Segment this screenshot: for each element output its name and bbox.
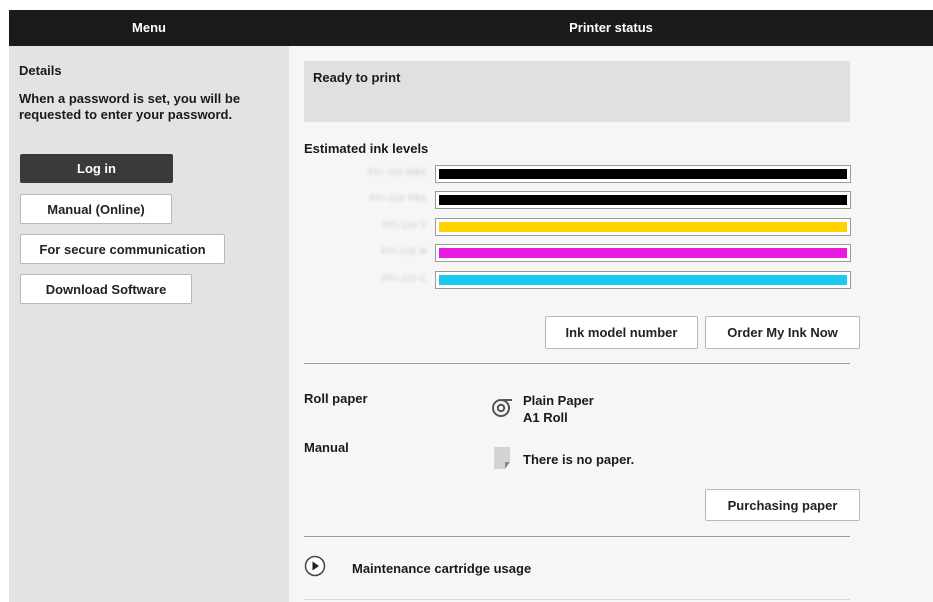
details-label: Details <box>19 63 62 78</box>
ink-level-fill <box>439 248 847 258</box>
ink-level-fill <box>439 275 847 285</box>
status-message-box: Ready to print <box>304 61 850 122</box>
maintenance-cartridge-usage[interactable]: Maintenance cartridge usage <box>352 561 531 576</box>
sidebar-menu: Details When a password is set, you will… <box>9 46 289 602</box>
ink-level-row: PFI-110 M <box>349 244 851 264</box>
status-message: Ready to print <box>313 70 401 85</box>
printer-status-panel: Ready to print Estimated ink levels PFI-… <box>289 46 933 602</box>
printer-status-title: Printer status <box>569 20 653 35</box>
ink-name: PFI-110 PBK <box>369 194 427 203</box>
section-divider <box>304 599 850 600</box>
remote-ui-page: Menu Printer status Details When a passw… <box>9 10 933 602</box>
section-divider <box>304 536 850 537</box>
login-button[interactable]: Log in <box>20 154 173 183</box>
download-software-button[interactable]: Download Software <box>20 274 192 304</box>
purchasing-paper-button[interactable]: Purchasing paper <box>705 489 860 521</box>
ink-level-bar <box>435 244 851 262</box>
expand-play-icon[interactable] <box>304 555 326 580</box>
ink-name: PFI-110 MBK <box>368 168 427 177</box>
ink-level-fill <box>439 222 847 232</box>
ink-level-bar <box>435 218 851 236</box>
ink-level-row: PFI-110 Y <box>349 218 851 238</box>
ink-level-fill <box>439 195 847 205</box>
ink-level-bar <box>435 165 851 183</box>
section-divider <box>304 363 850 364</box>
roll-paper-label: Roll paper <box>304 391 368 406</box>
ink-name: PFI-110 C <box>382 274 427 283</box>
roll-paper-size: A1 Roll <box>523 410 568 425</box>
ink-name: PFI-110 M <box>381 247 427 256</box>
sheet-paper-icon <box>493 446 511 473</box>
menu-title: Menu <box>132 20 166 35</box>
header-bar: Menu Printer status <box>9 10 933 46</box>
roll-paper-info: Plain Paper A1 Roll <box>523 392 594 426</box>
manual-paper-status: There is no paper. <box>523 452 635 467</box>
ink-level-bar <box>435 191 851 209</box>
secure-communication-button[interactable]: For secure communication <box>20 234 225 264</box>
password-notice: When a password is set, you will be requ… <box>19 91 241 122</box>
ink-model-number-button[interactable]: Ink model number <box>545 316 698 349</box>
ink-level-row: PFI-110 PBK <box>349 191 851 211</box>
manual-online-button[interactable]: Manual (Online) <box>20 194 172 224</box>
order-my-ink-now-button[interactable]: Order My Ink Now <box>705 316 860 349</box>
ink-level-row: PFI-110 C <box>349 271 851 291</box>
ink-level-fill <box>439 169 847 179</box>
manual-label: Manual <box>304 440 349 455</box>
roll-paper-icon <box>491 396 513 421</box>
ink-level-row: PFI-110 MBK <box>349 165 851 185</box>
ink-level-bar <box>435 271 851 289</box>
ink-name: PFI-110 Y <box>382 221 427 230</box>
roll-paper-type: Plain Paper <box>523 393 594 408</box>
ink-levels-heading: Estimated ink levels <box>304 141 429 156</box>
